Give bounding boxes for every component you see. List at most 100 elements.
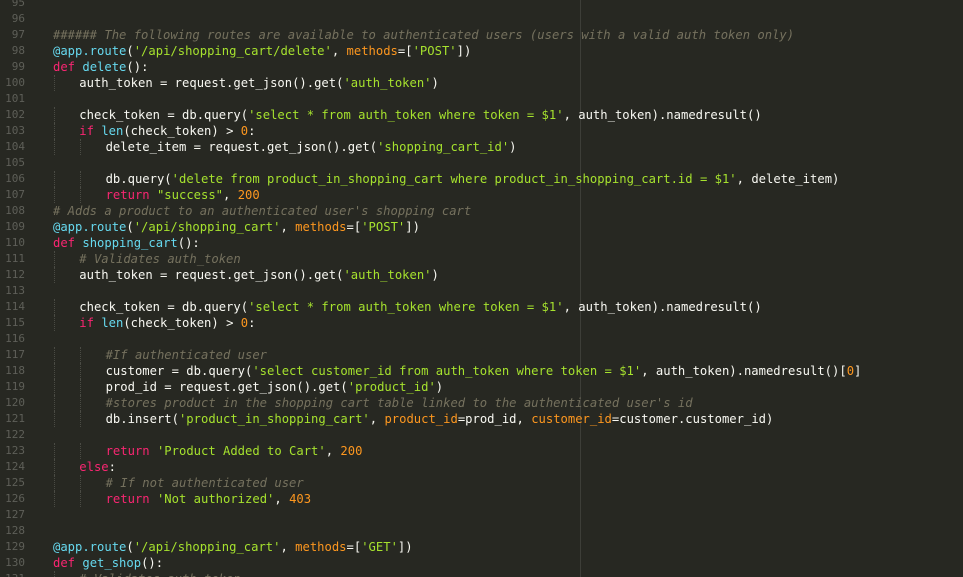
code-line[interactable]: 102 check_token = db.query('select * from…	[0, 107, 963, 123]
code-line[interactable]: 110 def shopping_cart():	[0, 235, 963, 251]
code-line[interactable]: 97 ###### The following routes are availa…	[0, 27, 963, 43]
indent-guide	[54, 107, 55, 123]
line-number: 105	[5, 156, 25, 169]
code-token: len	[101, 316, 124, 330]
line-number: 95	[11, 0, 25, 9]
code-token: customer = db.query(	[105, 364, 253, 378]
indent-guide	[54, 267, 55, 283]
code-line[interactable]: 98 @app.route('/api/shopping_cart/delete'…	[0, 43, 963, 59]
indent-guide	[80, 411, 82, 427]
code-line[interactable]: 96	[0, 11, 963, 27]
line-number: 130	[5, 556, 25, 569]
code-line[interactable]: 117 #If authenticated user	[0, 347, 963, 363]
code-line[interactable]: 101	[0, 91, 963, 107]
code-line[interactable]: 122	[0, 427, 963, 443]
indent-guide	[54, 379, 55, 395]
indent-guide	[54, 123, 55, 139]
code-text: # If not authenticated user	[106, 475, 304, 491]
indent-guide	[80, 379, 82, 395]
code-line[interactable]: 95	[0, 0, 963, 11]
code-text: if len(check_token) > 0:	[79, 123, 255, 139]
indent-guide	[80, 395, 82, 411]
indent-guide	[80, 347, 82, 363]
code-line[interactable]: 116	[0, 331, 963, 347]
code-token: # Validates auth_token	[79, 252, 241, 266]
code-token: def	[53, 236, 76, 250]
code-area[interactable]: 95 96 97 ###### The following routes are av…	[0, 0, 963, 577]
code-line[interactable]: 127	[0, 507, 963, 523]
code-line[interactable]: 126 return 'Not authorized', 403	[0, 491, 963, 507]
code-token: delete_item = request.get_json().get(	[105, 140, 378, 154]
code-line[interactable]: 113	[0, 283, 963, 299]
code-token: 'auth_token'	[343, 76, 432, 90]
code-line[interactable]: 123 return 'Product Added to Cart', 200	[0, 443, 963, 459]
code-line[interactable]: 106 db.query('delete from product_in_shop…	[0, 171, 963, 187]
code-line[interactable]: 130 def get_shop():	[0, 555, 963, 571]
code-line[interactable]: 125 # If not authenticated user	[0, 475, 963, 491]
line-number: 117	[5, 348, 25, 361]
code-line[interactable]: 104 delete_item = request.get_json().get(…	[0, 139, 963, 155]
code-text: # Adds a product to an authenticated use…	[53, 203, 471, 219]
code-token: "success"	[156, 188, 224, 202]
code-token: prod_id = request.get_json().get(	[105, 380, 348, 394]
code-token: delete	[82, 60, 127, 74]
code-text: db.insert('product_in_shopping_cart', pr…	[106, 411, 774, 427]
code-text: @app.route('/api/shopping_cart/delete', …	[53, 43, 471, 59]
code-token: ,	[274, 492, 290, 506]
code-line[interactable]: 107 return "success", 200	[0, 187, 963, 203]
code-line[interactable]: 109 @app.route('/api/shopping_cart', meth…	[0, 219, 963, 235]
code-token: =prod_id,	[457, 412, 532, 426]
code-text: # Validates auth_token	[79, 571, 240, 577]
indent-guide	[54, 475, 55, 491]
code-token: return	[105, 188, 150, 202]
code-line[interactable]: 121 db.insert('product_in_shopping_cart',…	[0, 411, 963, 427]
code-line[interactable]: 115 if len(check_token) > 0:	[0, 315, 963, 331]
code-token: 403	[289, 492, 312, 506]
code-line[interactable]: 108 # Adds a product to an authenticated …	[0, 203, 963, 219]
indent-guide	[80, 475, 82, 491]
code-token: auth_token = request.get_json().get(	[79, 268, 344, 282]
code-token: =[	[346, 220, 362, 234]
line-number: 109	[5, 220, 25, 233]
code-line[interactable]: 118 customer = db.query('select customer_…	[0, 363, 963, 379]
code-line[interactable]: 120 #stores product in the shopping cart …	[0, 395, 963, 411]
code-line[interactable]: 131 # Validates auth_token	[0, 571, 963, 577]
code-line[interactable]: 103 if len(check_token) > 0:	[0, 123, 963, 139]
code-line[interactable]: 100 auth_token = request.get_json().get('…	[0, 75, 963, 91]
code-token: 'delete from product_in_shopping_cart wh…	[171, 172, 737, 186]
code-token: :	[248, 124, 256, 138]
code-token: 'Not authorized'	[156, 492, 275, 506]
line-number: 97	[11, 28, 25, 41]
code-token: =[	[346, 540, 362, 554]
code-token: 'GET'	[361, 540, 398, 554]
code-token: db.query(	[105, 172, 172, 186]
code-line[interactable]: 124 else:	[0, 459, 963, 475]
code-token: :	[248, 316, 256, 330]
code-token: ]	[854, 364, 862, 378]
code-editor[interactable]: 95 96 97 ###### The following routes are av…	[0, 0, 963, 577]
code-token: '/api/shopping_cart'	[133, 540, 281, 554]
code-token: )	[509, 140, 517, 154]
code-line[interactable]: 112 auth_token = request.get_json().get('…	[0, 267, 963, 283]
code-line[interactable]: 99 def delete():	[0, 59, 963, 75]
code-line[interactable]: 114 check_token = db.query('select * from…	[0, 299, 963, 315]
line-number: 114	[5, 300, 25, 313]
code-token: get_shop	[82, 556, 142, 570]
code-line[interactable]: 105	[0, 155, 963, 171]
code-line[interactable]: 119 prod_id = request.get_json().get('pro…	[0, 379, 963, 395]
code-line[interactable]: 128	[0, 523, 963, 539]
code-token: #stores product in the shopping cart tab…	[105, 396, 693, 410]
code-line[interactable]: 129 @app.route('/api/shopping_cart', meth…	[0, 539, 963, 555]
code-token: 0	[240, 316, 249, 330]
code-text: prod_id = request.get_json().get('produc…	[106, 379, 444, 395]
code-line[interactable]: 111 # Validates auth_token	[0, 251, 963, 267]
code-text: # Validates auth_token	[79, 251, 240, 267]
code-token: , auth_token).namedresult()	[563, 108, 762, 122]
code-token: ,	[331, 44, 347, 58]
code-text: auth_token = request.get_json().get('aut…	[79, 267, 439, 283]
indent-guide	[54, 187, 55, 203]
line-number: 111	[5, 252, 25, 265]
